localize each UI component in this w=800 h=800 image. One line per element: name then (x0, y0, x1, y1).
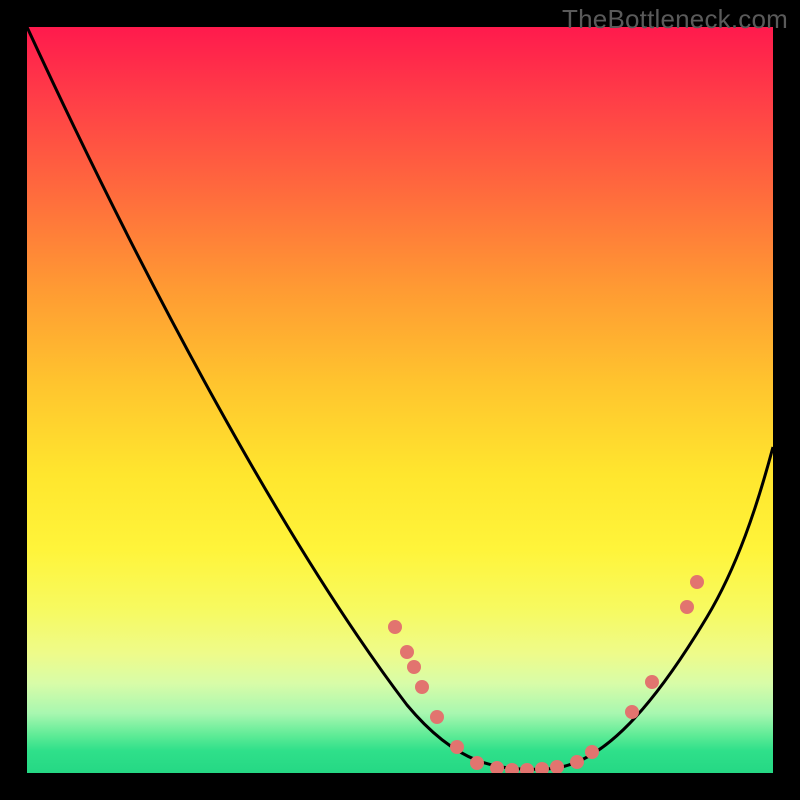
data-point-marker (407, 660, 421, 674)
data-point-marker (400, 645, 414, 659)
data-point-marker (645, 675, 659, 689)
data-point-marker (585, 745, 599, 759)
data-point-marker (490, 761, 504, 773)
chart-svg (27, 27, 773, 773)
bottleneck-curve (27, 27, 773, 769)
data-point-marker (415, 680, 429, 694)
data-point-marker (550, 760, 564, 773)
data-point-marker (690, 575, 704, 589)
data-point-marker (680, 600, 694, 614)
data-point-marker (430, 710, 444, 724)
chart-plot-area (27, 27, 773, 773)
data-point-marker (535, 762, 549, 773)
data-point-marker (570, 755, 584, 769)
marker-group (388, 575, 704, 773)
watermark-text: TheBottleneck.com (562, 4, 788, 35)
data-point-marker (625, 705, 639, 719)
data-point-marker (388, 620, 402, 634)
data-point-marker (520, 763, 534, 773)
data-point-marker (470, 756, 484, 770)
data-point-marker (505, 763, 519, 773)
data-point-marker (450, 740, 464, 754)
